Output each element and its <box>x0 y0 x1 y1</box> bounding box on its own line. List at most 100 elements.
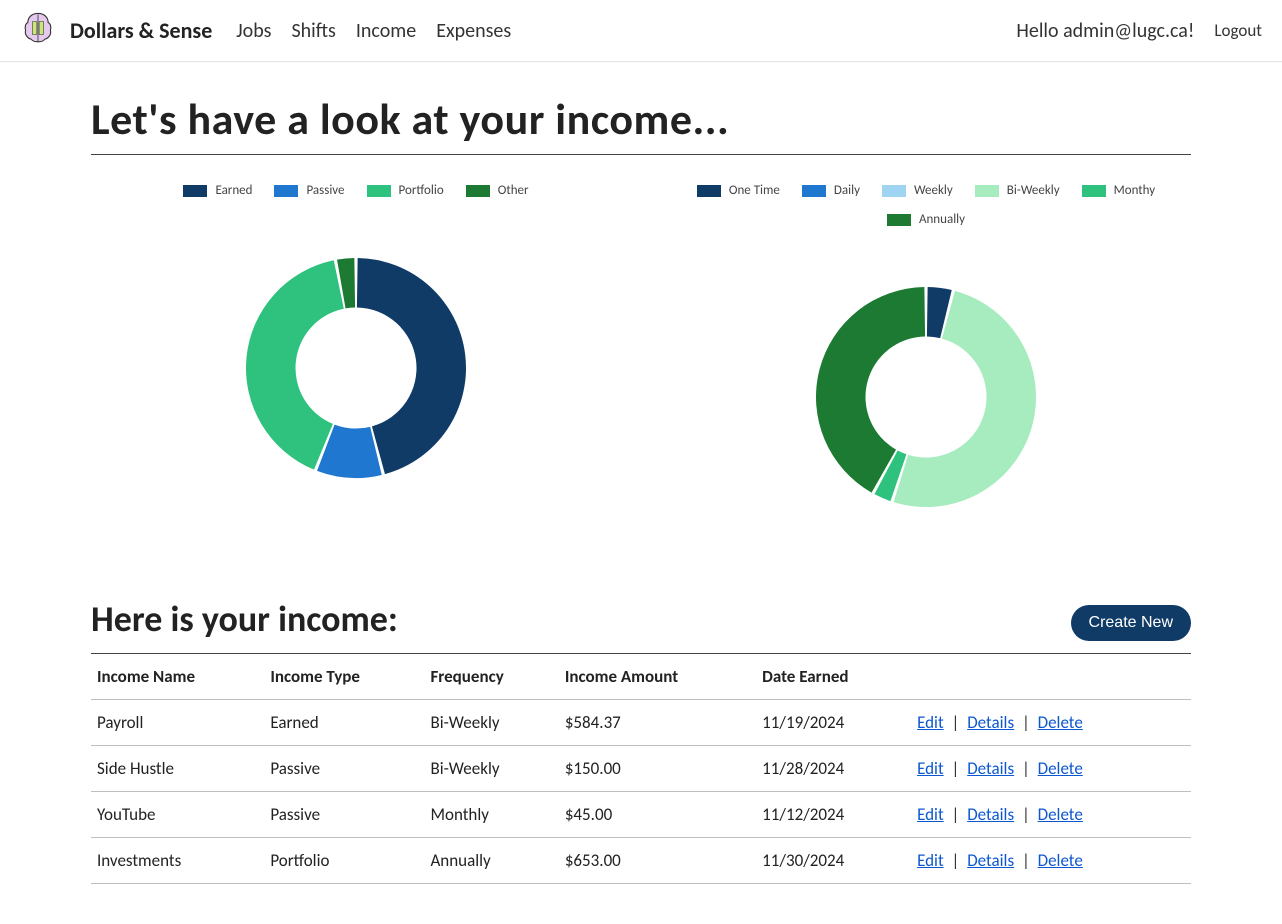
th-actions <box>911 654 1191 700</box>
legend-item: Bi-Weekly <box>975 183 1060 198</box>
navbar: Dollars & Sense Jobs Shifts Income Expen… <box>0 0 1282 62</box>
delete-link[interactable]: Delete <box>1038 804 1083 825</box>
cell-amount: $653.00 <box>559 838 756 884</box>
page: Let's have a look at your income... Earn… <box>81 62 1201 924</box>
brain-logo-icon <box>20 10 56 51</box>
legend-swatch-icon <box>975 185 999 197</box>
legend-item: One Time <box>697 183 780 198</box>
cell-type: Passive <box>264 746 424 792</box>
cell-freq: Bi-Weekly <box>424 700 558 746</box>
table-row: PayrollEarnedBi-Weekly$584.3711/19/2024E… <box>91 700 1191 746</box>
table-row: InvestmentsPortfolioAnnually$653.0011/30… <box>91 838 1191 884</box>
cell-freq: Monthly <box>424 792 558 838</box>
details-link[interactable]: Details <box>967 804 1014 825</box>
legend-swatch-icon <box>367 185 391 197</box>
cell-freq: Annually <box>424 838 558 884</box>
separator: | <box>948 850 964 871</box>
logout-link[interactable]: Logout <box>1214 20 1262 41</box>
chart-type-wrap: Earned Passive Portfolio Other <box>111 183 601 508</box>
cell-type: Passive <box>264 792 424 838</box>
brand-name[interactable]: Dollars & Sense <box>70 17 212 44</box>
edit-link[interactable]: Edit <box>917 758 944 779</box>
legend-swatch-icon <box>882 185 906 197</box>
chart-frequency-wrap: One Time Daily Weekly Bi-Weekly Monthy Annual… <box>681 183 1171 537</box>
legend-item: Daily <box>802 183 860 198</box>
cell-name: Side Hustle <box>91 746 264 792</box>
legend-swatch-icon <box>887 214 911 226</box>
legend-swatch-icon <box>697 185 721 197</box>
chart-frequency-legend: One Time Daily Weekly Bi-Weekly Monthy Annual… <box>681 183 1171 227</box>
charts-area: Earned Passive Portfolio Other One Time Dail… <box>91 183 1191 537</box>
legend-label: Daily <box>834 183 860 198</box>
legend-item: Portfolio <box>367 183 444 198</box>
cell-amount: $584.37 <box>559 700 756 746</box>
separator: | <box>1018 850 1034 871</box>
edit-link[interactable]: Edit <box>917 804 944 825</box>
cell-name: Investments <box>91 838 264 884</box>
nav-link-shifts[interactable]: Shifts <box>291 19 335 43</box>
legend-label: Portfolio <box>399 183 444 198</box>
legend-swatch-icon <box>1082 185 1106 197</box>
legend-label: Other <box>498 183 529 198</box>
section-header: Here is your income: Create New <box>91 597 1191 641</box>
edit-link[interactable]: Edit <box>917 712 944 733</box>
nav-link-expenses[interactable]: Expenses <box>436 19 511 43</box>
page-title: Let's have a look at your income... <box>91 92 1191 146</box>
nav-links: Jobs Shifts Income Expenses <box>236 19 511 43</box>
cell-actions: Edit | Details | Delete <box>911 700 1191 746</box>
legend-item: Passive <box>274 183 344 198</box>
delete-link[interactable]: Delete <box>1038 712 1083 733</box>
delete-link[interactable]: Delete <box>1038 850 1083 871</box>
legend-swatch-icon <box>274 185 298 197</box>
cell-date: 11/12/2024 <box>756 792 911 838</box>
separator: | <box>1018 804 1034 825</box>
legend-label: Bi-Weekly <box>1007 183 1060 198</box>
income-table-head: Income Name Income Type Frequency Income… <box>91 654 1191 700</box>
details-link[interactable]: Details <box>967 712 1014 733</box>
cell-date: 11/28/2024 <box>756 746 911 792</box>
income-table: Income Name Income Type Frequency Income… <box>91 654 1191 884</box>
th-income-name: Income Name <box>91 654 264 700</box>
delete-link[interactable]: Delete <box>1038 758 1083 779</box>
legend-item: Other <box>466 183 529 198</box>
th-income-amount: Income Amount <box>559 654 756 700</box>
table-row: Side HustlePassiveBi-Weekly$150.0011/28/… <box>91 746 1191 792</box>
separator: | <box>1018 712 1034 733</box>
cell-date: 11/30/2024 <box>756 838 911 884</box>
create-new-button[interactable]: Create New <box>1071 605 1191 641</box>
cell-amount: $45.00 <box>559 792 756 838</box>
divider <box>91 154 1191 155</box>
separator: | <box>1018 758 1034 779</box>
cell-actions: Edit | Details | Delete <box>911 838 1191 884</box>
cell-actions: Edit | Details | Delete <box>911 792 1191 838</box>
legend-label: Annually <box>919 212 965 227</box>
brand: Dollars & Sense <box>20 10 212 51</box>
user-greeting: Hello admin@lugc.ca! <box>1016 19 1194 43</box>
th-income-type: Income Type <box>264 654 424 700</box>
legend-label: Monthy <box>1114 183 1156 198</box>
legend-item: Weekly <box>882 183 953 198</box>
nav-link-income[interactable]: Income <box>356 19 416 43</box>
legend-swatch-icon <box>802 185 826 197</box>
legend-item: Monthy <box>1082 183 1156 198</box>
nav-link-jobs[interactable]: Jobs <box>236 19 271 43</box>
details-link[interactable]: Details <box>967 850 1014 871</box>
legend-label: Weekly <box>914 183 953 198</box>
cell-date: 11/19/2024 <box>756 700 911 746</box>
details-link[interactable]: Details <box>967 758 1014 779</box>
legend-item: Annually <box>887 212 965 227</box>
cell-name: Payroll <box>91 700 264 746</box>
separator: | <box>948 758 964 779</box>
chart-type-legend: Earned Passive Portfolio Other <box>183 183 528 198</box>
cell-type: Earned <box>264 700 424 746</box>
nav-right: Hello admin@lugc.ca! Logout <box>1016 19 1262 43</box>
chart-type-donut <box>126 208 586 508</box>
legend-label: Earned <box>215 183 252 198</box>
cell-actions: Edit | Details | Delete <box>911 746 1191 792</box>
section-title: Here is your income: <box>91 597 398 641</box>
cell-freq: Bi-Weekly <box>424 746 558 792</box>
legend-label: Passive <box>306 183 344 198</box>
cell-name: YouTube <box>91 792 264 838</box>
separator: | <box>948 712 964 733</box>
edit-link[interactable]: Edit <box>917 850 944 871</box>
